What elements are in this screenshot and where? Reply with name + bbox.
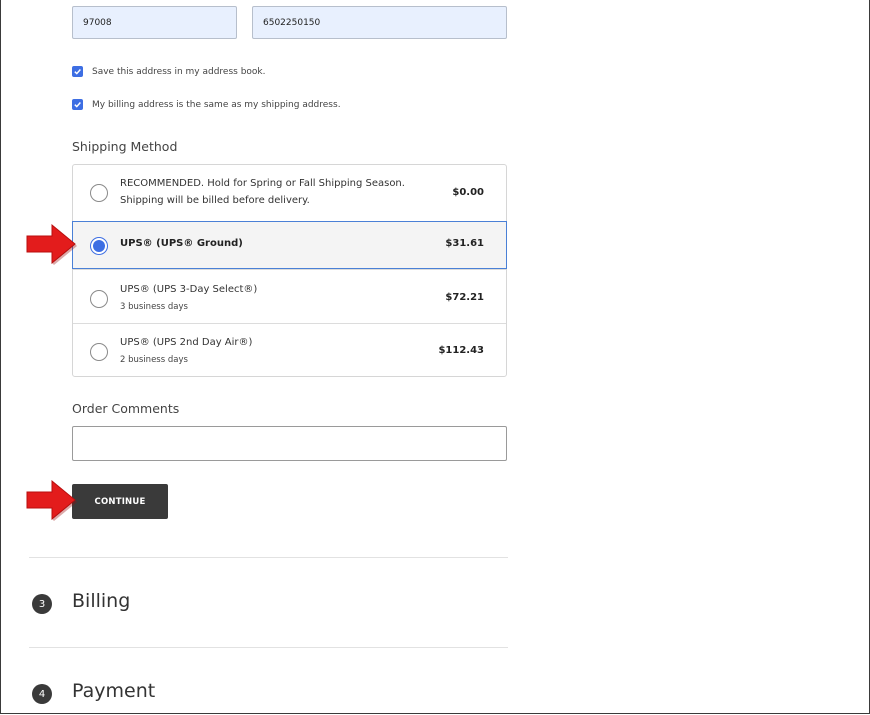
phone-field[interactable]: 6502250150 (252, 6, 507, 39)
shipping-option-price: $0.00 (452, 187, 484, 198)
shipping-option-ups-ground[interactable]: UPS® (UPS® Ground) $31.61 (72, 221, 507, 269)
shipping-option-price: $72.21 (445, 292, 484, 303)
shipping-radio-ups-ground[interactable] (90, 237, 108, 255)
step-number-badge: 3 (32, 594, 52, 614)
step-number-badge: 4 (32, 684, 52, 704)
section-divider (29, 647, 508, 648)
shipping-option-title: UPS® (UPS® Ground) (120, 238, 243, 249)
continue-button[interactable]: CONTINUE (72, 484, 168, 519)
shipping-option-recommended[interactable]: RECOMMENDED. Hold for Spring or Fall Shi… (73, 165, 506, 221)
shipping-radio-ups-2day[interactable] (90, 343, 108, 361)
shipping-option-ups-3day[interactable]: UPS® (UPS 3-Day Select®) 3 business days… (73, 269, 506, 323)
checkmark-icon (74, 102, 81, 108)
checkmark-icon (74, 69, 81, 75)
save-address-label: Save this address in my address book. (92, 66, 266, 77)
billing-same-checkbox[interactable] (72, 99, 83, 110)
shipping-method-heading: Shipping Method (72, 139, 178, 154)
phone-value: 6502250150 (263, 17, 321, 28)
order-comments-input[interactable] (72, 426, 507, 461)
annotation-arrow-icon (26, 223, 77, 265)
save-address-checkbox[interactable] (72, 66, 83, 77)
shipping-method-list: RECOMMENDED. Hold for Spring or Fall Shi… (72, 164, 507, 377)
billing-same-label: My billing address is the same as my shi… (92, 99, 341, 110)
shipping-option-price: $112.43 (438, 345, 484, 356)
shipping-option-price: $31.61 (445, 238, 484, 249)
shipping-option-title: RECOMMENDED. Hold for Spring or Fall Shi… (120, 178, 405, 189)
zip-value: 97008 (83, 17, 112, 28)
billing-same-option[interactable]: My billing address is the same as my shi… (72, 99, 341, 110)
shipping-option-title: UPS® (UPS 2nd Day Air®) (120, 337, 253, 348)
step-title-payment[interactable]: Payment (72, 680, 155, 702)
zip-field[interactable]: 97008 (72, 6, 237, 39)
order-comments-heading: Order Comments (72, 401, 180, 416)
annotation-arrow-icon (26, 479, 77, 521)
shipping-radio-ups-3day[interactable] (90, 290, 108, 308)
section-divider (29, 557, 508, 558)
shipping-option-ups-2day[interactable]: UPS® (UPS 2nd Day Air®) 2 business days … (73, 323, 506, 376)
save-address-option[interactable]: Save this address in my address book. (72, 66, 266, 77)
step-title-billing[interactable]: Billing (72, 590, 130, 612)
shipping-option-note: Shipping will be billed before delivery. (120, 195, 310, 206)
shipping-radio-recommended[interactable] (90, 184, 108, 202)
shipping-option-title: UPS® (UPS 3-Day Select®) (120, 284, 258, 295)
shipping-option-eta: 3 business days (120, 302, 188, 312)
shipping-option-eta: 2 business days (120, 355, 188, 365)
